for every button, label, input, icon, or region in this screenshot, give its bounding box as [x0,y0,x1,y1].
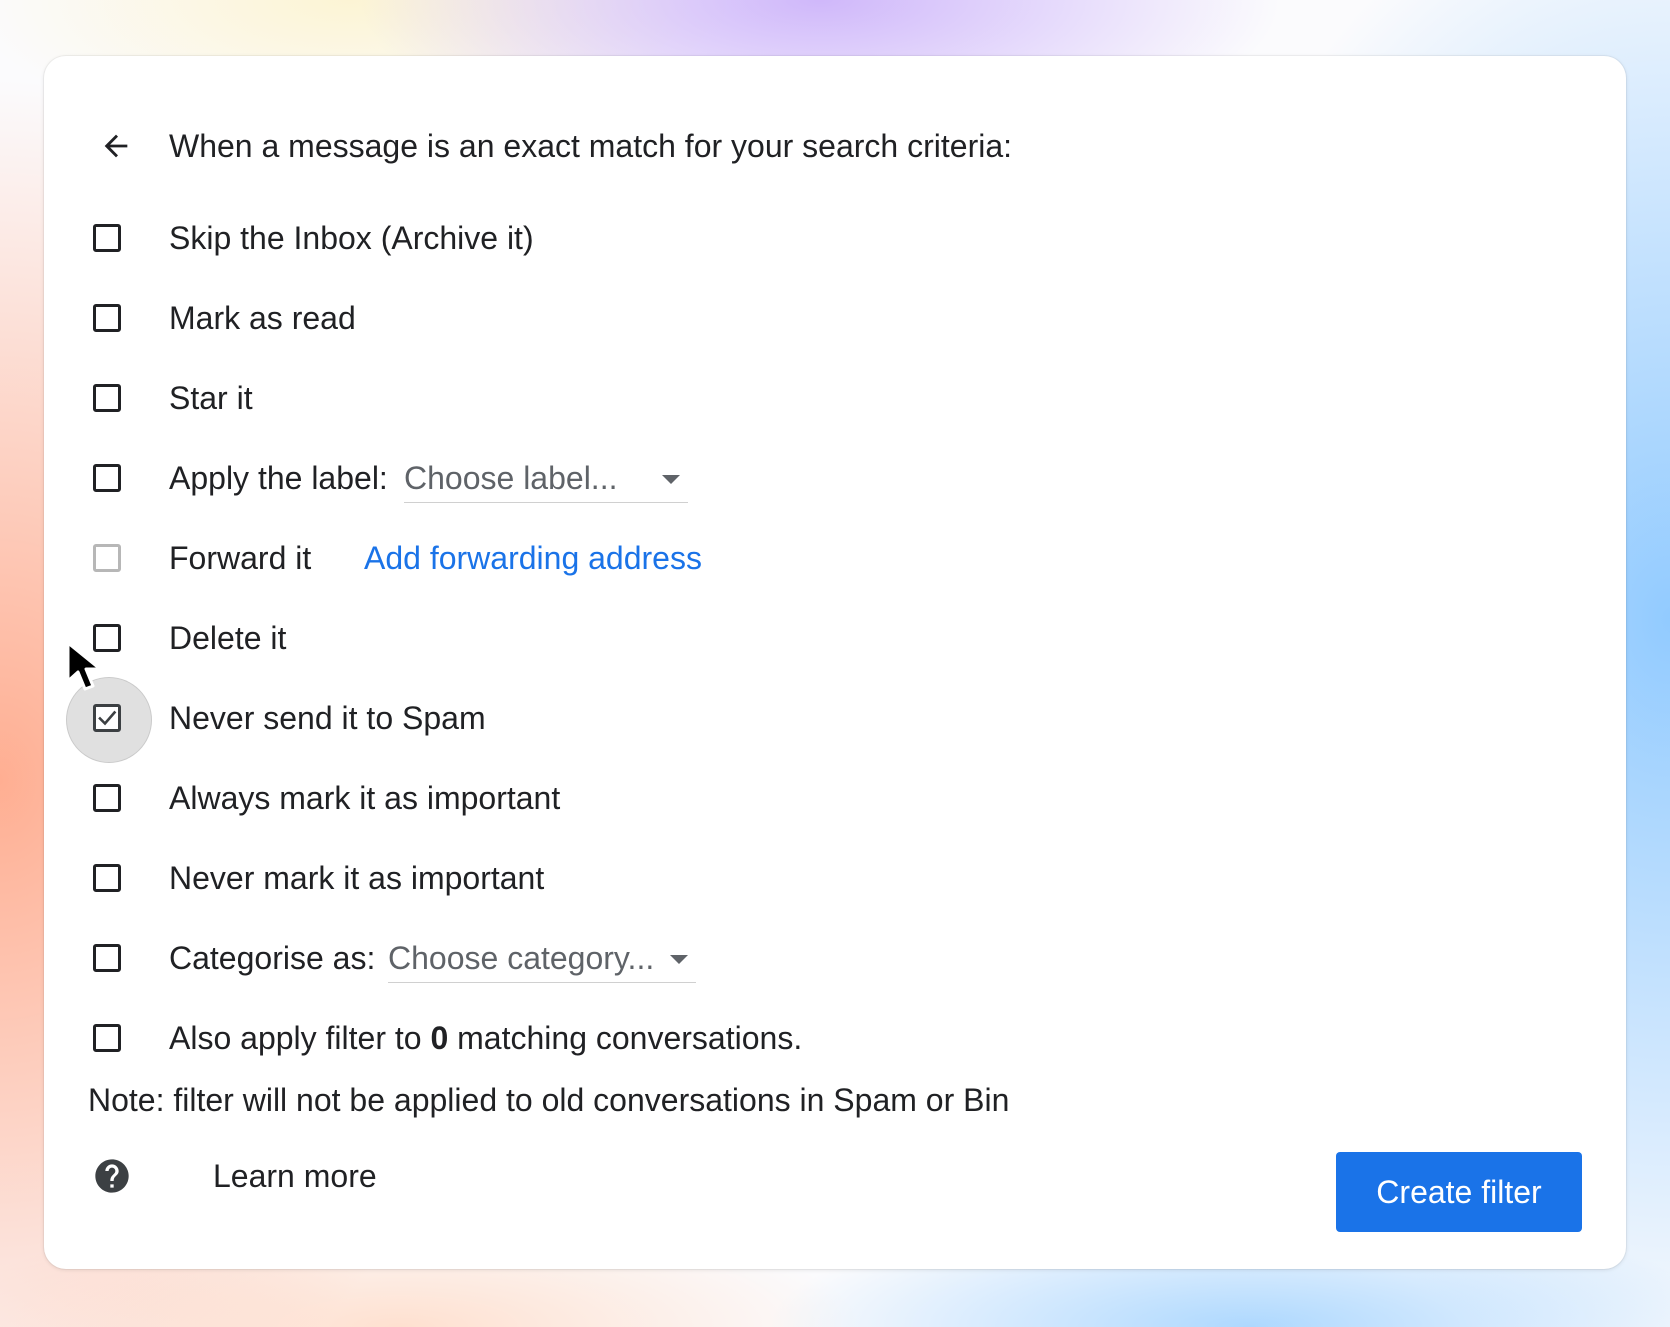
skip-inbox-checkbox[interactable] [93,224,121,252]
filter-actions-card: When a message is an exact match for you… [44,56,1626,1269]
option-never-spam[interactable]: Never send it to Spam [44,677,1144,763]
add-forwarding-address-link[interactable]: Add forwarding address [364,530,702,586]
option-label: Mark as read [169,300,356,336]
matching-count: 0 [430,1020,449,1056]
option-always-important[interactable]: Always mark it as important [44,770,1144,830]
option-never-important[interactable]: Never mark it as important [44,850,1144,910]
back-button[interactable] [88,118,144,174]
option-mark-as-read[interactable]: Mark as read [44,290,1144,350]
option-label: Never mark it as important [169,860,545,896]
select-value: Choose category... [388,940,655,976]
apply-existing-checkbox[interactable] [93,1024,121,1052]
learn-more-row[interactable]: Learn more [88,1148,488,1204]
option-categorise[interactable]: Categorise as: Choose category... [44,930,1144,990]
option-label: Also apply filter to 0 matching conversa… [169,1010,802,1066]
label-before: Also apply filter to [169,1020,422,1056]
option-label: Categorise as: [169,940,376,976]
always-important-checkbox[interactable] [93,784,121,812]
option-label: Apply the label: [169,460,388,496]
caret-down-icon [662,475,680,484]
forward-it-checkbox [93,544,121,572]
apply-label-checkbox[interactable] [93,464,121,492]
caret-down-icon [670,955,688,964]
option-label: Star it [169,380,253,416]
header-title: When a message is an exact match for you… [169,128,1013,164]
label-after: matching conversations. [457,1020,803,1056]
option-skip-inbox[interactable]: Skip the Inbox (Archive it) [44,210,1144,270]
option-label: Forward it [169,540,312,576]
star-it-checkbox[interactable] [93,384,121,412]
learn-more-link[interactable]: Learn more [213,1148,377,1204]
choose-label-select[interactable]: Choose label... [404,454,688,503]
option-label: Skip the Inbox (Archive it) [169,220,534,256]
filter-note: Note: filter will not be applied to old … [88,1082,1010,1118]
option-star-it[interactable]: Star it [44,370,1144,430]
choose-category-select[interactable]: Choose category... [388,934,696,983]
help-circle-icon[interactable] [92,1156,132,1196]
option-label: Always mark it as important [169,780,561,816]
option-label: Delete it [169,620,287,656]
categorise-checkbox[interactable] [93,944,121,972]
option-apply-label[interactable]: Apply the label: Choose label... [44,450,1144,510]
delete-it-checkbox[interactable] [93,624,121,652]
filter-header: When a message is an exact match for you… [44,118,1626,174]
never-spam-checkbox[interactable] [93,704,121,732]
arrow-left-icon [104,134,128,158]
option-apply-existing[interactable]: Also apply filter to 0 matching conversa… [44,1010,1144,1070]
option-forward-it: Forward it Add forwarding address [44,530,1144,590]
checkmark-icon [98,710,117,726]
mark-as-read-checkbox[interactable] [93,304,121,332]
option-label: Never send it to Spam [169,700,486,736]
create-filter-button[interactable]: Create filter [1336,1152,1582,1232]
select-value: Choose label... [404,460,618,496]
never-important-checkbox[interactable] [93,864,121,892]
option-delete-it[interactable]: Delete it [44,610,1144,670]
